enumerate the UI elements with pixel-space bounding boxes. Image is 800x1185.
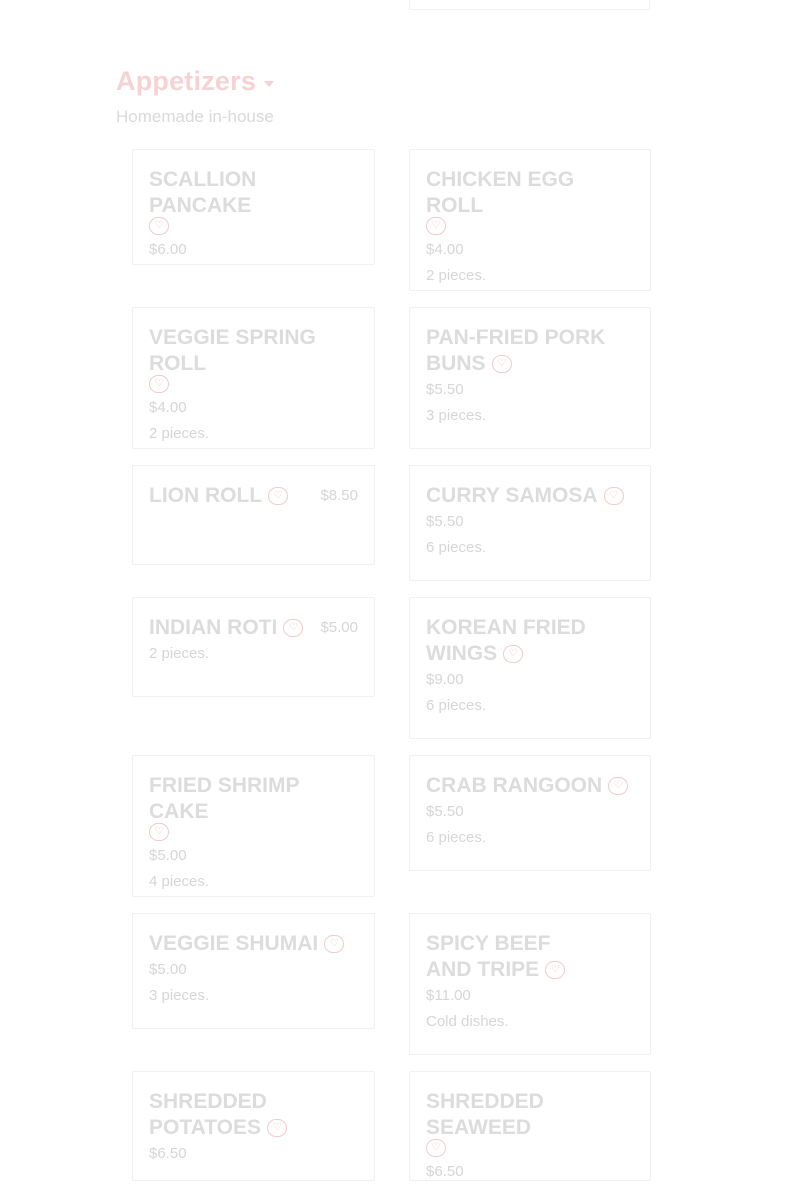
item-price: $5.00 [149,847,187,865]
menu-item-card[interactable]: VEGGIE SPRING ROLL ♡ $4.00 2 pieces. [132,307,375,449]
item-description: Cold dishes. [426,1013,509,1030]
menu-item-card[interactable]: CHICKEN EGG ROLL ♡ $4.00 2 pieces. [409,149,651,291]
item-price: $6.00 [149,241,187,259]
item-description: 4 pieces. [149,873,210,891]
item-name: SCALLION PANCAKE [149,168,257,217]
item-price: $5.50 [426,803,464,820]
heart-outline-icon[interactable]: ♡ [149,823,169,841]
item-price: $9.00 [426,671,464,688]
item-price: $5.50 [426,381,464,398]
item-price: $6.50 [149,1145,187,1162]
menu-item-card[interactable]: INDIAN ROTI ♡ $5.00 2 pieces. [132,597,375,697]
menu-item-card[interactable]: LION ROLL ♡ $8.50 [132,465,375,565]
item-name: INDIAN ROTI [149,616,278,639]
heart-outline-icon[interactable]: ♡ [545,960,566,979]
item-price: $5.00 [149,961,187,978]
heart-outline-icon[interactable]: ♡ [149,217,169,235]
heart-outline-icon[interactable]: ♡ [426,217,446,235]
item-description: 2 pieces. [149,645,210,662]
item-description: 6 pieces. [426,829,487,846]
heart-outline-icon[interactable]: ♡ [608,776,629,795]
menu-item-card[interactable]: VEGGIE SHUMAI ♡ $5.00 3 pieces. [132,913,375,1029]
section-title: Appetizers [116,66,257,96]
item-price: $8.50 [320,487,358,504]
heart-outline-icon[interactable]: ♡ [603,486,624,505]
item-name: CRAB RANGOON [426,774,603,797]
item-description: 2 pieces. [426,267,487,285]
menu-item-card[interactable]: PAN-FRIED PORK BUNS ♡ $5.50 3 pieces. [409,307,651,449]
item-description: 6 pieces. [426,539,487,556]
menu-item-card[interactable]: SHREDDED SEAWEED ♡ $6.50 [409,1071,651,1181]
item-name: PAN-FRIED PORK BUNS [426,326,606,375]
item-name: SHREDDED POTATOES [149,1090,267,1139]
item-description: 2 pieces. [149,425,210,443]
item-name: CHICKEN EGG ROLL [426,168,575,217]
item-price: $5.00 [320,619,358,636]
section-subtitle: Homemade in-house [116,107,274,126]
menu-item-card[interactable]: SCALLION PANCAKE ♡ $6.00 [132,149,375,265]
heart-outline-icon[interactable]: ♡ [426,1139,446,1157]
heart-outline-icon[interactable]: ♡ [283,618,304,637]
item-name: VEGGIE SHUMAI [149,932,319,955]
heart-outline-icon[interactable]: ♡ [268,486,289,505]
caret-down-icon[interactable] [264,80,275,87]
item-description: 3 pieces. [426,407,487,424]
menu-item-card[interactable]: SPICY BEEF AND TRIPE ♡ $11.00 Cold dishes… [409,913,651,1055]
item-price: $4.00 [426,241,464,259]
heart-outline-icon[interactable]: ♡ [324,934,345,953]
item-price: $4.00 [149,399,187,417]
heart-outline-icon[interactable]: ♡ [491,354,512,373]
item-price: $6.50 [426,1163,464,1181]
menu-item-card[interactable]: CRAB RANGOON ♡ $5.50 6 pieces. [409,755,651,871]
heart-outline-icon[interactable]: ♡ [149,375,169,393]
item-price: $11.00 [426,987,471,1004]
menu-item-card[interactable]: SHREDDED POTATOES ♡ $6.50 [132,1071,375,1181]
heart-outline-icon[interactable]: ♡ [267,1118,288,1137]
previous-item-card[interactable] [409,0,650,10]
item-description: 6 pieces. [426,697,487,714]
menu-item-card[interactable]: KOREAN FRIED WINGS ♡ $9.00 6 pieces. [409,597,651,739]
item-name: VEGGIE SPRING ROLL [149,326,316,375]
menu-item-card[interactable]: FRIED SHRIMP CAKE ♡ $5.00 4 pieces. [132,755,375,897]
item-name: LION ROLL [149,484,263,507]
item-name: SHREDDED SEAWEED [426,1090,544,1139]
item-name: SPICY BEEF AND TRIPE [426,932,551,981]
item-name: CURRY SAMOSA [426,484,598,507]
item-name: FRIED SHRIMP CAKE [149,774,300,823]
item-description: 3 pieces. [149,987,210,1004]
section-title-row[interactable]: Appetizers [116,66,275,97]
menu-item-card[interactable]: CURRY SAMOSA ♡ $5.50 6 pieces. [409,465,651,581]
section-header: Appetizers Homemade in-house [116,66,275,127]
item-price: $5.50 [426,513,464,530]
heart-outline-icon[interactable]: ♡ [503,644,524,663]
